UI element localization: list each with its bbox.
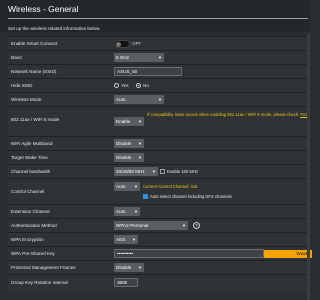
extension-channel-label: Extension Channel (11, 209, 50, 214)
hide-ssid-label: Hide SSID (11, 83, 33, 88)
page-title: Wireless - General (8, 4, 79, 14)
auth-method-select[interactable]: WPA2-Personal ▼ (114, 221, 188, 230)
dfs-channel-label: Auto select channel including DFS channe… (150, 194, 232, 199)
current-control-channel: Current Control Channel: 116 (143, 184, 198, 189)
chevron-down-icon: ▼ (158, 97, 162, 102)
wireless-mode-select[interactable]: Auto ▼ (114, 95, 164, 104)
wifi6-compat-note: If compatibility issue occurs when enabl… (147, 112, 309, 118)
row-channel-bandwidth: Channel bandwidth 20/40/80 MHz ▼ Enable … (8, 164, 310, 179)
hide-ssid-yes-label: Yes (121, 83, 129, 88)
chevron-down-icon: ▼ (134, 209, 138, 214)
row-pmf: Protected Management Frames Disable ▼ (8, 260, 310, 275)
control-channel-value: Auto (116, 184, 126, 189)
wpa-key-input[interactable]: •••••••••• (114, 249, 264, 258)
dfs-channel-checkbox[interactable] (143, 194, 148, 199)
enable-160mhz-label: Enable 160 MHz (167, 169, 198, 174)
group-key-label: Group Key Rotation Interval (11, 280, 68, 285)
smart-connect-state: OFF (132, 41, 142, 46)
band-label: Band (11, 55, 22, 60)
row-band: Band 5 GHz ▼ (8, 50, 310, 65)
channel-bandwidth-select[interactable]: 20/40/80 MHz ▼ (114, 167, 158, 176)
row-extension-channel: Extension Channel Auto ▼ (8, 204, 310, 219)
target-wake-time-value: Disable (116, 155, 132, 160)
chevron-down-icon: ▼ (158, 55, 162, 60)
wireless-mode-value: Auto (116, 97, 126, 102)
row-smart-connect: Enable Smart Connect OFF (8, 36, 310, 51)
hide-ssid-yes-radio[interactable] (114, 83, 119, 88)
pmf-label: Protected Management Frames (11, 265, 76, 270)
agile-multiband-label: WiFi Agile Multiband (11, 141, 53, 146)
control-channel-select[interactable]: Auto ▼ (114, 182, 140, 191)
row-control-channel: Control Channel Auto ▼ Current Control C… (8, 178, 310, 205)
agile-multiband-value: Disable (116, 141, 132, 146)
page-subtitle: Set up the wireless related information … (8, 26, 100, 31)
chevron-down-icon: ▼ (138, 141, 142, 146)
row-hide-ssid: Hide SSID Yes No (8, 78, 310, 93)
wpa-encryption-label: WPA Encryption (11, 237, 44, 242)
smart-connect-toggle[interactable] (114, 40, 130, 48)
scrollbar[interactable] (307, 34, 310, 300)
row-wpa-encryption: WPA Encryption AES ▼ (8, 232, 310, 247)
group-key-input[interactable]: 3600 (114, 278, 138, 287)
channel-bandwidth-value: 20/40/80 MHz (116, 169, 145, 174)
row-wifi6-mode: 802.11ax / WiFi 6 mode Enable ▼ If compa… (8, 106, 310, 137)
extension-channel-select[interactable]: Auto ▼ (114, 207, 140, 216)
auth-method-label: Authentication Method (11, 223, 57, 228)
row-wpa-key: WPA Pre-Shared Key •••••••••• Weak (8, 246, 312, 261)
row-agile-multiband: WiFi Agile Multiband Disable ▼ (8, 136, 310, 151)
wifi6-select[interactable]: Enable ▼ (114, 117, 144, 126)
wifi6-note-text: If compatibility issue occurs when enabl… (147, 112, 300, 117)
chevron-down-icon: ▼ (138, 265, 142, 270)
wireless-mode-label: Wireless Mode (11, 97, 42, 102)
wifi6-value: Enable (116, 119, 131, 124)
band-select[interactable]: 5 GHz ▼ (114, 53, 164, 62)
enable-160mhz-checkbox[interactable] (160, 169, 165, 174)
row-ssid: Network Name (SSID) ASUS_50 (8, 64, 310, 79)
toggle-knob (116, 42, 121, 47)
smart-connect-label: Enable Smart Connect (11, 41, 58, 46)
target-wake-time-select[interactable]: Disable ▼ (114, 153, 144, 162)
help-icon[interactable]: ? (193, 222, 200, 229)
chevron-down-icon: ▼ (182, 223, 186, 228)
title-divider (8, 18, 308, 19)
chevron-down-icon: ▼ (134, 184, 138, 189)
wpa-key-label: WPA Pre-Shared Key (11, 251, 55, 256)
ssid-input[interactable]: ASUS_50 (114, 67, 182, 76)
band-value: 5 GHz (116, 55, 130, 60)
wpa-encryption-select[interactable]: AES ▼ (114, 235, 138, 244)
control-channel-label: Control Channel (11, 189, 45, 194)
row-auth-method: Authentication Method WPA2-Personal ▼ ? (8, 218, 310, 233)
pmf-select[interactable]: Disable ▼ (114, 263, 144, 272)
row-wireless-mode: Wireless Mode Auto ▼ (8, 92, 310, 107)
wpa-encryption-value: AES (116, 237, 126, 242)
wifi6-label: 802.11ax / WiFi 6 mode (11, 117, 60, 122)
agile-multiband-select[interactable]: Disable ▼ (114, 139, 144, 148)
ssid-label: Network Name (SSID) (11, 69, 57, 74)
chevron-down-icon: ▼ (138, 155, 142, 160)
chevron-down-icon: ▼ (132, 237, 136, 242)
hide-ssid-no-label: No (143, 83, 149, 88)
target-wake-time-label: Target Wake Time (11, 155, 48, 160)
auth-method-value: WPA2-Personal (116, 223, 149, 228)
page-header: Wireless - General Set up the wireless r… (0, 0, 310, 32)
password-strength-meter: Weak (264, 250, 312, 258)
pmf-value: Disable (116, 265, 132, 270)
chevron-down-icon: ▼ (138, 119, 142, 124)
channel-bandwidth-label: Channel bandwidth (11, 169, 51, 174)
row-target-wake-time: Target Wake Time Disable ▼ (8, 150, 310, 165)
extension-channel-value: Auto (116, 209, 126, 214)
row-group-key-rotation: Group Key Rotation Interval 3600 (8, 274, 310, 291)
chevron-down-icon: ▼ (152, 169, 156, 174)
hide-ssid-no-radio[interactable] (136, 83, 141, 88)
